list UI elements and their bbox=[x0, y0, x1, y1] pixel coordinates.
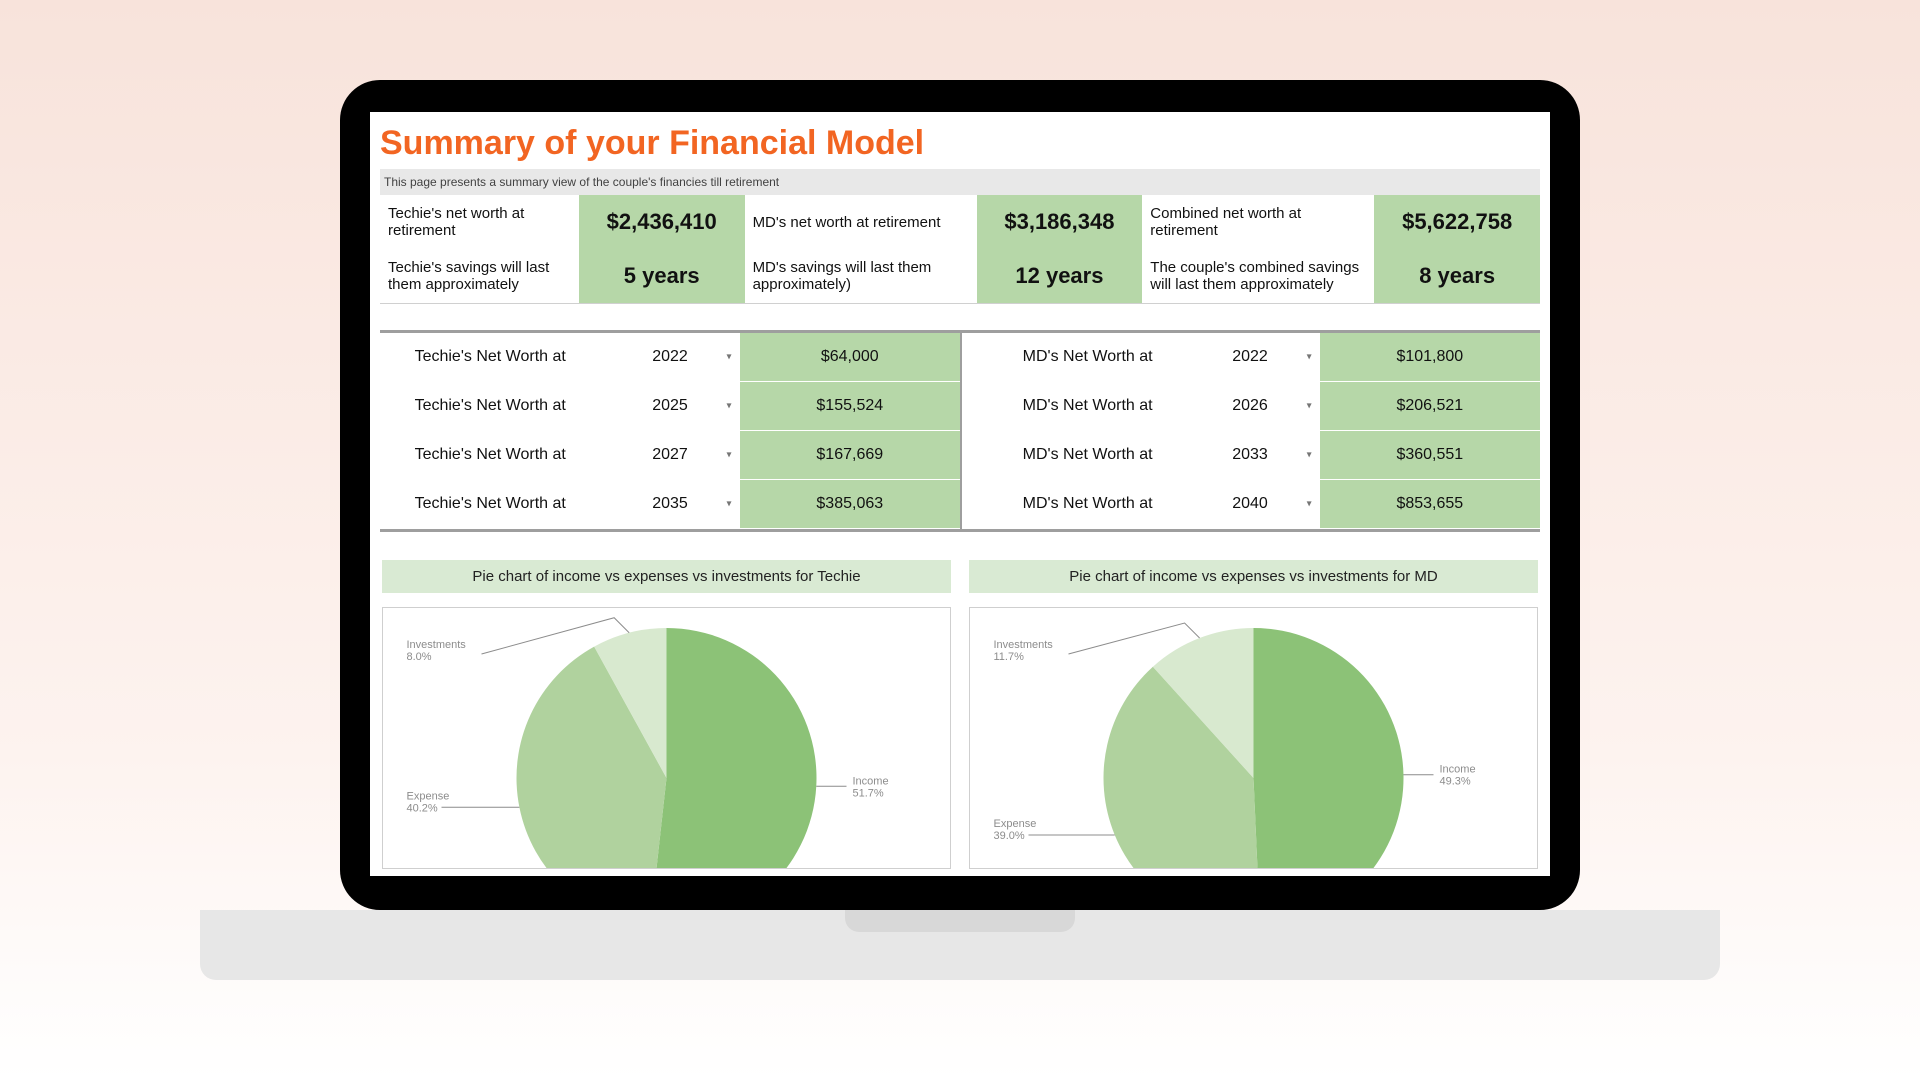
pie-pct-expense: 39.0% bbox=[994, 830, 1025, 842]
summary-value-combined-years: 8 years bbox=[1374, 249, 1540, 303]
summary-value-md-years: 12 years bbox=[977, 249, 1143, 303]
spreadsheet: Summary of your Financial Model This pag… bbox=[370, 112, 1550, 869]
table-row: Techie's Net Worth at2022▾$64,000MD's Ne… bbox=[380, 333, 1540, 382]
pie-label-income: Income bbox=[1440, 764, 1476, 776]
summary-value-techie-years: 5 years bbox=[579, 249, 745, 303]
pie-pct-investments: 8.0% bbox=[407, 651, 432, 663]
chevron-down-icon: ▾ bbox=[727, 401, 732, 412]
pie-chart-md-canvas: Income49.3% Expense39.0% Investments11.7% bbox=[969, 607, 1538, 869]
laptop-frame: Summary of your Financial Model This pag… bbox=[340, 80, 1580, 910]
chevron-down-icon: ▾ bbox=[727, 499, 732, 510]
pie-chart-techie-title: Pie chart of income vs expenses vs inves… bbox=[382, 560, 951, 593]
nw-right-amount: $101,800 bbox=[1320, 333, 1540, 382]
nw-left-amount: $167,669 bbox=[740, 431, 961, 480]
table-row: Techie's Net Worth at2027▾$167,669 MD's N… bbox=[380, 431, 1540, 480]
laptop-trackpad-notch bbox=[845, 910, 1075, 932]
pie-label-expense: Expense bbox=[994, 818, 1037, 830]
chevron-down-icon: ▾ bbox=[1307, 450, 1312, 461]
summary-label-techie-years: Techie's savings will last them approxim… bbox=[380, 249, 579, 303]
pie-label-income: Income bbox=[853, 775, 889, 787]
nw-left-year-dropdown[interactable]: 2027▾ bbox=[600, 431, 739, 480]
pie-chart-techie-canvas: Income51.7% Expense40.2% Investments8.0% bbox=[382, 607, 951, 869]
nw-left-year-dropdown[interactable]: 2025▾ bbox=[600, 382, 739, 431]
charts-row: Pie chart of income vs expenses vs inves… bbox=[380, 560, 1540, 869]
chevron-down-icon: ▾ bbox=[727, 352, 732, 363]
nw-left-amount: $155,524 bbox=[740, 382, 961, 431]
nw-right-amount: $360,551 bbox=[1320, 431, 1540, 480]
page-subtitle: This page presents a summary view of the… bbox=[380, 169, 1540, 195]
chevron-down-icon: ▾ bbox=[727, 450, 732, 461]
summary-grid: Techie's net worth at retirement $2,436,… bbox=[380, 195, 1540, 304]
nw-right-label: MD's Net Worth at bbox=[995, 333, 1181, 382]
chevron-down-icon: ▾ bbox=[1307, 499, 1312, 510]
nw-right-year-dropdown[interactable]: 2033▾ bbox=[1180, 431, 1319, 480]
nw-right-label: MD's Net Worth at bbox=[995, 480, 1181, 529]
pie-chart-techie: Pie chart of income vs expenses vs inves… bbox=[382, 560, 951, 869]
summary-label-combined-networth: Combined net worth at retirement bbox=[1142, 195, 1374, 249]
pie-pct-income: 49.3% bbox=[1440, 776, 1471, 788]
pie-label-investments: Investments bbox=[994, 639, 1054, 651]
pie-chart-md: Pie chart of income vs expenses vs inves… bbox=[969, 560, 1538, 869]
pie-label-expense: Expense bbox=[407, 790, 450, 802]
chevron-down-icon: ▾ bbox=[1307, 352, 1312, 363]
nw-left-year-dropdown[interactable]: 2035▾ bbox=[600, 480, 739, 529]
summary-value-md-networth: $3,186,348 bbox=[977, 195, 1143, 249]
summary-label-combined-years: The couple's combined savings will last … bbox=[1142, 249, 1374, 303]
nw-left-label: Techie's Net Worth at bbox=[380, 431, 600, 480]
page-title: Summary of your Financial Model bbox=[380, 124, 1540, 163]
chevron-down-icon: ▾ bbox=[1307, 401, 1312, 412]
nw-right-year-dropdown[interactable]: 2026▾ bbox=[1180, 382, 1319, 431]
pie-label-investments: Investments bbox=[407, 639, 467, 651]
pie-pct-expense: 40.2% bbox=[407, 802, 438, 814]
pie-chart-md-title: Pie chart of income vs expenses vs inves… bbox=[969, 560, 1538, 593]
summary-label-techie-networth: Techie's net worth at retirement bbox=[380, 195, 579, 249]
pie-pct-investments: 11.7% bbox=[994, 651, 1025, 663]
nw-right-amount: $853,655 bbox=[1320, 480, 1540, 529]
nw-left-label: Techie's Net Worth at bbox=[380, 382, 600, 431]
nw-right-label: MD's Net Worth at bbox=[995, 382, 1181, 431]
nw-right-year-dropdown[interactable]: 2040▾ bbox=[1180, 480, 1319, 529]
nw-left-year-dropdown[interactable]: 2022▾ bbox=[600, 333, 739, 382]
nw-left-amount: $64,000 bbox=[740, 333, 961, 382]
nw-left-label: Techie's Net Worth at bbox=[380, 333, 600, 382]
table-row: Techie's Net Worth at2025▾$155,524 MD's N… bbox=[380, 382, 1540, 431]
screen: Summary of your Financial Model This pag… bbox=[370, 112, 1550, 876]
summary-label-md-years: MD's savings will last them approximatel… bbox=[745, 249, 977, 303]
table-row: Techie's Net Worth at2035▾$385,063 MD's N… bbox=[380, 480, 1540, 529]
nw-right-amount: $206,521 bbox=[1320, 382, 1540, 431]
pie-pct-income: 51.7% bbox=[853, 787, 884, 799]
nw-left-label: Techie's Net Worth at bbox=[380, 480, 600, 529]
net-worth-table: Techie's Net Worth at2022▾$64,000MD's Ne… bbox=[380, 330, 1540, 532]
summary-value-combined-networth: $5,622,758 bbox=[1374, 195, 1540, 249]
pie-slice-income bbox=[650, 628, 816, 868]
nw-right-label: MD's Net Worth at bbox=[995, 431, 1181, 480]
pie-slice-income bbox=[1254, 628, 1404, 868]
nw-left-amount: $385,063 bbox=[740, 480, 961, 529]
summary-value-techie-networth: $2,436,410 bbox=[579, 195, 745, 249]
nw-right-year-dropdown[interactable]: 2022▾ bbox=[1180, 333, 1319, 382]
summary-label-md-networth: MD's net worth at retirement bbox=[745, 195, 977, 249]
